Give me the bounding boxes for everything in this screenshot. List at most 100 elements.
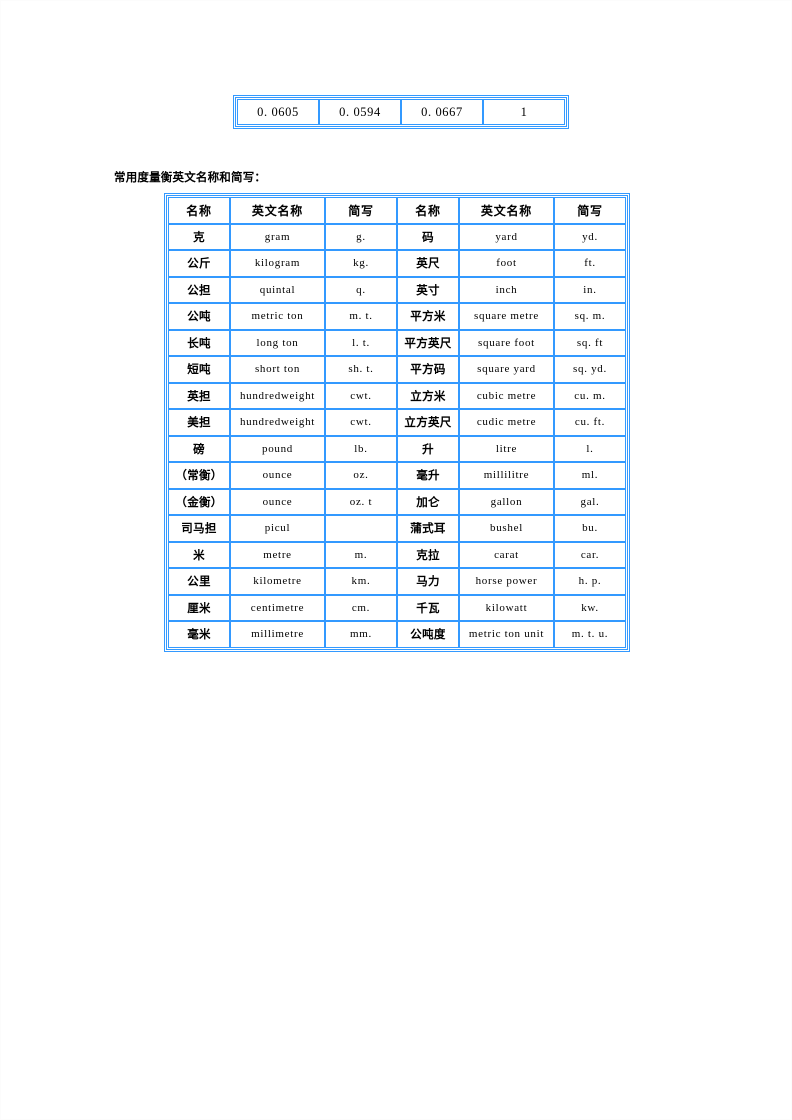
unit-english-right: square metre	[459, 303, 554, 330]
unit-abbr-left	[325, 515, 397, 542]
unit-english-right: millilitre	[459, 462, 554, 489]
unit-english-right: cubic metre	[459, 382, 554, 409]
unit-abbr-left: oz. t	[325, 488, 397, 515]
unit-english-right: kilowatt	[459, 594, 554, 621]
unit-abbr-left: kg.	[325, 250, 397, 277]
unit-abbr-right: gal.	[554, 488, 626, 515]
table-row: 美担 hundredweight cwt. 立方英尺 cudic metre cu. ft…	[168, 409, 626, 436]
conversion-value-cell: 0. 0667	[401, 99, 483, 125]
unit-name-right: 立方米	[397, 382, 459, 409]
conversion-strip-table-wrapper: 0. 0605 0. 0594 0. 0667 1	[233, 95, 569, 129]
unit-abbr-right: sq. m.	[554, 303, 626, 330]
column-header-abbr-left: 简写	[325, 197, 397, 224]
unit-name-right: 公吨度	[397, 621, 459, 648]
unit-name-right: 千瓦	[397, 594, 459, 621]
unit-english-left: long ton	[230, 329, 325, 356]
column-header-name-right: 名称	[397, 197, 459, 224]
unit-name-left: 公吨	[168, 303, 230, 330]
unit-english-right: yard	[459, 223, 554, 250]
unit-abbr-left: q.	[325, 276, 397, 303]
unit-english-left: hundredweight	[230, 382, 325, 409]
conversion-strip-table: 0. 0605 0. 0594 0. 0667 1	[233, 95, 569, 129]
unit-english-right: square yard	[459, 356, 554, 383]
unit-english-left: ounce	[230, 488, 325, 515]
unit-name-left: （金衡）	[168, 488, 230, 515]
table-row: 英担 hundredweight cwt. 立方米 cubic metre cu. m.	[168, 382, 626, 409]
unit-english-left: metric ton	[230, 303, 325, 330]
unit-english-right: carat	[459, 541, 554, 568]
unit-abbr-left: sh. t.	[325, 356, 397, 383]
unit-name-left: 毫米	[168, 621, 230, 648]
unit-english-right: metric ton unit	[459, 621, 554, 648]
unit-english-right: square foot	[459, 329, 554, 356]
unit-abbr-right: ml.	[554, 462, 626, 489]
table-row: 厘米 centimetre cm. 千瓦 kilowatt kw.	[168, 594, 626, 621]
unit-english-left: quintal	[230, 276, 325, 303]
table-row: 克 gram g. 码 yard yd.	[168, 223, 626, 250]
unit-abbr-right: bu.	[554, 515, 626, 542]
unit-abbr-right: in.	[554, 276, 626, 303]
unit-abbr-right: sq. ft	[554, 329, 626, 356]
unit-abbr-left: cm.	[325, 594, 397, 621]
unit-english-left: pound	[230, 435, 325, 462]
table-row: 公斤 kilogram kg. 英尺 foot ft.	[168, 250, 626, 277]
unit-abbr-right: cu. ft.	[554, 409, 626, 436]
unit-abbr-left: m.	[325, 541, 397, 568]
conversion-value-cell: 1	[483, 99, 565, 125]
table-row: 短吨 short ton sh. t. 平方码 square yard sq. yd.	[168, 356, 626, 383]
unit-english-left: short ton	[230, 356, 325, 383]
unit-english-left: gram	[230, 223, 325, 250]
unit-english-left: kilometre	[230, 568, 325, 595]
unit-abbr-right: l.	[554, 435, 626, 462]
column-header-english-left: 英文名称	[230, 197, 325, 224]
unit-name-right: 英寸	[397, 276, 459, 303]
unit-name-left: 公斤	[168, 250, 230, 277]
unit-english-right: cudic metre	[459, 409, 554, 436]
unit-abbr-left: cwt.	[325, 382, 397, 409]
unit-english-right: gallon	[459, 488, 554, 515]
unit-name-left: 公担	[168, 276, 230, 303]
table-row: 磅 pound lb. 升 litre l.	[168, 435, 626, 462]
unit-english-left: hundredweight	[230, 409, 325, 436]
unit-name-right: 平方英尺	[397, 329, 459, 356]
unit-english-right: foot	[459, 250, 554, 277]
conversion-strip-row: 0. 0605 0. 0594 0. 0667 1	[237, 99, 565, 125]
unit-abbr-right: m. t. u.	[554, 621, 626, 648]
unit-name-left: 美担	[168, 409, 230, 436]
unit-name-right: 立方英尺	[397, 409, 459, 436]
unit-abbr-left: mm.	[325, 621, 397, 648]
column-header-name-left: 名称	[168, 197, 230, 224]
unit-english-left: centimetre	[230, 594, 325, 621]
unit-english-left: ounce	[230, 462, 325, 489]
unit-abbr-left: cwt.	[325, 409, 397, 436]
unit-name-left: 克	[168, 223, 230, 250]
unit-name-left: 磅	[168, 435, 230, 462]
unit-abbr-left: lb.	[325, 435, 397, 462]
units-table-header-row: 名称 英文名称 简写 名称 英文名称 简写	[168, 197, 626, 224]
unit-english-right: inch	[459, 276, 554, 303]
conversion-value-cell: 0. 0594	[319, 99, 401, 125]
unit-name-right: 升	[397, 435, 459, 462]
table-row: 公吨 metric ton m. t. 平方米 square metre sq. m.	[168, 303, 626, 330]
unit-name-right: 平方米	[397, 303, 459, 330]
units-table: 名称 英文名称 简写 名称 英文名称 简写 克 gram g. 码 yard yd. 公斤 k…	[164, 193, 630, 652]
unit-name-right: 蒲式耳	[397, 515, 459, 542]
unit-english-left: picul	[230, 515, 325, 542]
unit-name-left: （常衡）	[168, 462, 230, 489]
unit-name-right: 马力	[397, 568, 459, 595]
document-page: 0. 0605 0. 0594 0. 0667 1 常用度量衡英文名称和简写： …	[0, 0, 792, 1120]
unit-english-left: millimetre	[230, 621, 325, 648]
unit-abbr-left: km.	[325, 568, 397, 595]
unit-name-right: 英尺	[397, 250, 459, 277]
table-row: 米 metre m. 克拉 carat car.	[168, 541, 626, 568]
table-row: 长吨 long ton l. t. 平方英尺 square foot sq. ft	[168, 329, 626, 356]
unit-name-left: 米	[168, 541, 230, 568]
section-heading: 常用度量衡英文名称和简写：	[114, 172, 267, 184]
unit-name-left: 公里	[168, 568, 230, 595]
conversion-strip-body: 0. 0605 0. 0594 0. 0667 1	[237, 99, 565, 125]
units-table-body: 名称 英文名称 简写 名称 英文名称 简写 克 gram g. 码 yard yd. 公斤 k…	[168, 197, 626, 648]
table-row: 公担 quintal q. 英寸 inch in.	[168, 276, 626, 303]
unit-name-left: 短吨	[168, 356, 230, 383]
unit-abbr-right: yd.	[554, 223, 626, 250]
unit-abbr-left: oz.	[325, 462, 397, 489]
